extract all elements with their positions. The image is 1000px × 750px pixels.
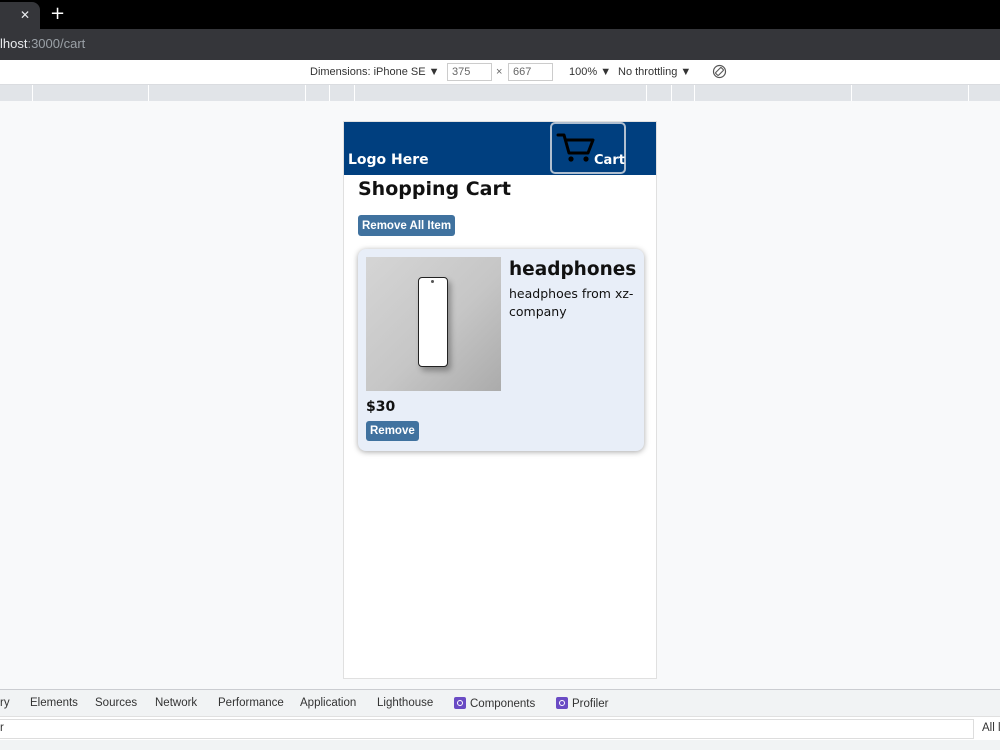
url-path: :3000/cart: [27, 36, 86, 51]
react-icon: [454, 697, 466, 709]
close-tab-icon[interactable]: ✕: [20, 8, 30, 22]
tab-performance[interactable]: Performance: [218, 697, 284, 709]
tab-profiler-label: Profiler: [572, 698, 609, 710]
site-logo[interactable]: Logo Here: [348, 152, 429, 168]
tab-lighthouse[interactable]: Lighthouse: [377, 697, 433, 709]
site-header: Logo Here Cart: [344, 122, 656, 175]
react-icon: [556, 697, 568, 709]
ruler-divider: [329, 85, 330, 101]
tab-profiler[interactable]: Profiler: [556, 697, 608, 710]
ruler-divider: [646, 85, 647, 101]
product-image: [366, 257, 501, 391]
tab-application[interactable]: Application: [300, 697, 356, 709]
devtools-tab-bar: ry Elements Sources Network Performance …: [0, 689, 1000, 716]
devtools-bottom-strip: [0, 740, 1000, 750]
rotate-icon[interactable]: [712, 64, 727, 79]
viewport-width-input[interactable]: [447, 63, 492, 81]
zoom-dropdown[interactable]: 100% ▼: [569, 66, 611, 78]
cart-item-card: headphones headphoes from xz-company $30…: [358, 249, 644, 451]
emulated-device-viewport: Logo Here Cart Shopping Cart Remove All …: [343, 121, 657, 679]
tab-memory[interactable]: ry: [0, 697, 10, 709]
remove-item-button[interactable]: Remove: [366, 421, 419, 441]
cart-icon: [556, 133, 595, 162]
viewport-height-input[interactable]: [508, 63, 553, 81]
remove-all-button[interactable]: Remove All Item: [358, 215, 456, 236]
ruler-divider: [968, 85, 969, 101]
ruler-divider: [671, 85, 672, 101]
dimensions-dropdown[interactable]: Dimensions: iPhone SE ▼: [310, 66, 440, 78]
cart-label: Cart: [594, 153, 625, 168]
product-name: headphones: [509, 259, 637, 280]
tab-components-label: Components: [470, 698, 536, 710]
product-phone-illustration: [418, 277, 448, 367]
ruler-divider: [694, 85, 695, 101]
tab-sources[interactable]: Sources: [95, 697, 137, 709]
throttling-dropdown[interactable]: No throttling ▼: [618, 66, 691, 78]
browser-tab-strip: ✕ +: [0, 0, 1000, 29]
tab-elements[interactable]: Elements: [30, 697, 78, 709]
filter-placeholder: r: [0, 722, 4, 734]
browser-tab[interactable]: ✕: [0, 2, 40, 29]
ruler-divider: [851, 85, 852, 101]
url-host: lhost: [0, 36, 28, 51]
address-bar[interactable]: lhost:3000/cart: [0, 29, 1000, 60]
ruler-divider: [148, 85, 149, 101]
ruler-divider: [32, 85, 33, 101]
url-text[interactable]: lhost:3000/cart: [0, 36, 85, 51]
tab-components[interactable]: Components: [454, 697, 535, 710]
product-description: headphoes from xz-company: [509, 286, 634, 319]
device-toolbar: Dimensions: iPhone SE ▼ × 100% ▼ No thro…: [0, 60, 1000, 85]
console-filter-bar: r All l: [0, 716, 1000, 740]
log-levels-dropdown[interactable]: All l: [982, 722, 1000, 734]
page-title: Shopping Cart: [358, 178, 511, 200]
times-symbol: ×: [496, 66, 503, 78]
ruler-divider: [305, 85, 306, 101]
cart-button[interactable]: Cart: [550, 122, 626, 174]
filter-input[interactable]: [0, 719, 974, 739]
new-tab-icon[interactable]: +: [50, 4, 65, 24]
ruler-divider: [354, 85, 355, 101]
media-query-ruler[interactable]: [0, 85, 1000, 101]
product-price: $30: [366, 399, 396, 415]
tab-network[interactable]: Network: [155, 697, 197, 709]
